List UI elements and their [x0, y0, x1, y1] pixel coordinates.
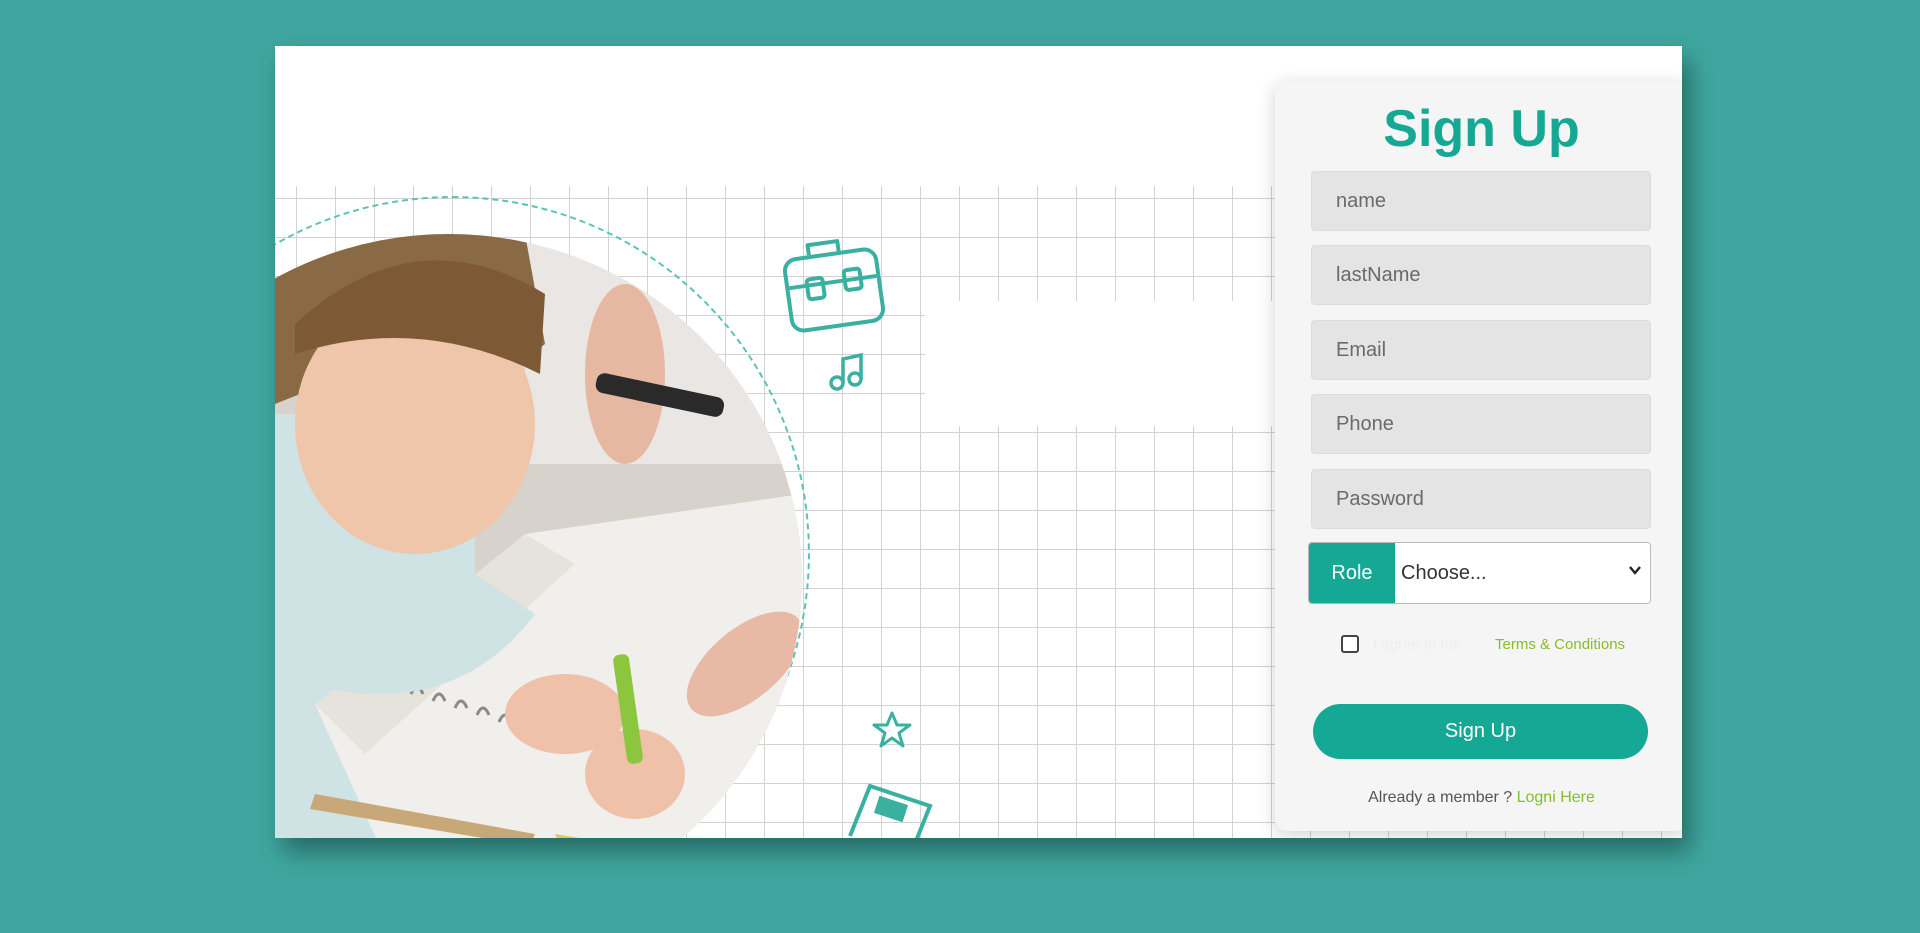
- form-title: Sign Up: [1383, 100, 1580, 158]
- terms-link[interactable]: Terms & Conditions: [1495, 636, 1625, 653]
- password-input[interactable]: [1311, 469, 1651, 529]
- star-icon: [872, 711, 912, 748]
- login-link[interactable]: Logni Here: [1517, 789, 1595, 806]
- login-prompt: Already a member ? Logni Here: [1275, 789, 1682, 807]
- signup-card: Sign Up Role Choose... I agree to the Te…: [275, 46, 1682, 838]
- role-label: Role: [1309, 543, 1395, 603]
- child-drawing-photo: [275, 234, 802, 838]
- role-group: Role Choose...: [1308, 542, 1651, 604]
- book-icon: [848, 783, 933, 838]
- lastname-input[interactable]: [1311, 245, 1651, 305]
- signup-button[interactable]: Sign Up: [1313, 704, 1648, 759]
- briefcase-icon: [782, 239, 886, 333]
- email-input[interactable]: [1311, 320, 1651, 380]
- name-input[interactable]: [1311, 171, 1651, 231]
- signup-form: Sign Up Role Choose... I agree to the Te…: [1275, 81, 1682, 831]
- phone-input[interactable]: [1311, 394, 1651, 454]
- chevron-down-icon: [1629, 566, 1641, 575]
- role-select-value: Choose...: [1401, 562, 1487, 584]
- role-select[interactable]: Choose...: [1395, 543, 1650, 603]
- music-note-icon: [829, 352, 863, 391]
- login-prompt-text: Already a member ?: [1368, 789, 1517, 806]
- terms-text: I agree to the: [1373, 636, 1462, 653]
- terms-checkbox[interactable]: [1341, 635, 1359, 653]
